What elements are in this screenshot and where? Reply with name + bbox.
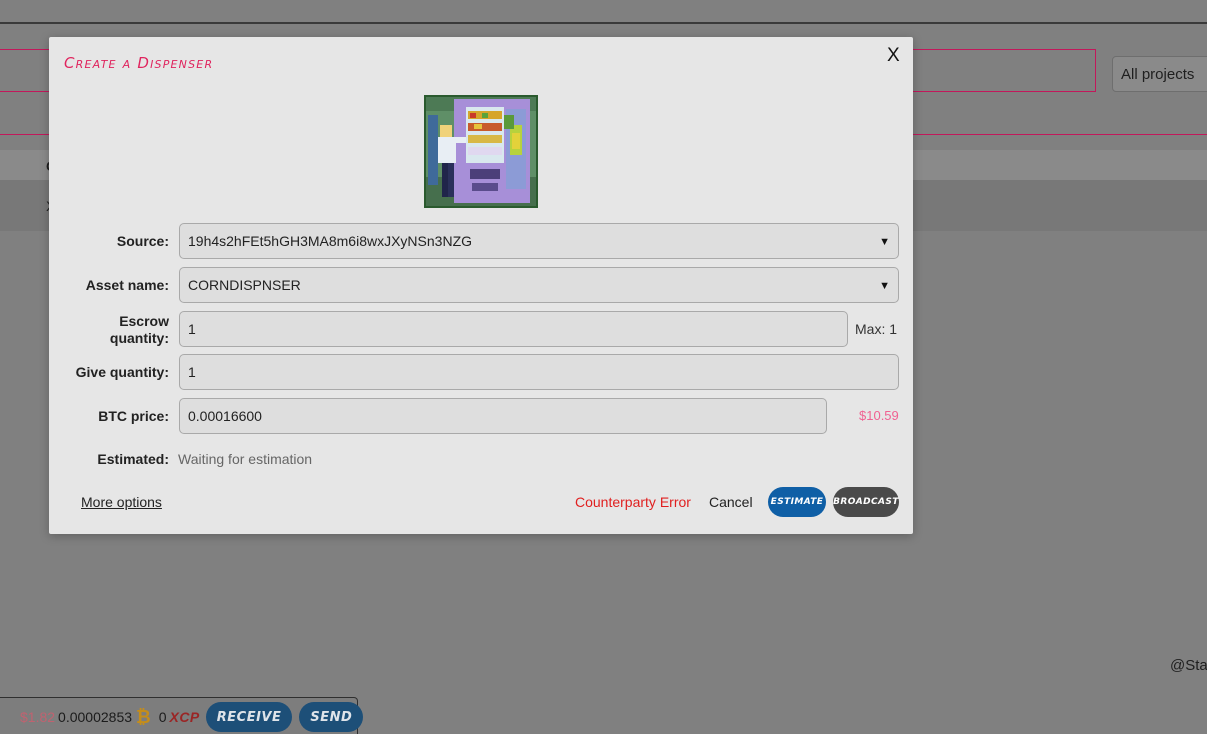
estimated-value: Waiting for estimation [178,451,313,467]
wallet-xcp-balance: 0 [158,709,167,725]
source-label: Source: [116,233,169,249]
wallet-btc-balance: 0.00002853 [58,709,133,725]
modal-title: Create a Dispenser [64,54,214,72]
chevron-down-icon: ▼ [879,280,890,292]
cancel-button[interactable]: Cancel [709,494,753,510]
give-quantity-label: Give quantity: [75,364,169,380]
escrow-quantity-label: Escrow quantity: [49,313,169,347]
send-button[interactable]: Send [299,702,364,732]
estimated-label: Estimated: [97,451,169,467]
project-filter-select[interactable]: All projects [1112,56,1207,92]
wallet-usd-value: $1.82 [20,709,56,725]
asset-name-label: Asset name: [85,277,169,293]
give-quantity-value: 1 [188,364,196,380]
bitcoin-icon: ₿ [136,706,151,727]
more-options-link[interactable]: More options [81,494,162,510]
escrow-max-text: Max: 1 [855,321,898,337]
broadcast-button[interactable]: Broadcast [833,487,899,517]
asset-image [424,95,538,208]
btc-price-value: 0.00016600 [188,408,262,424]
escrow-quantity-label-line2: quantity: [109,330,169,346]
source-value: 19h4s2hFEt5hGH3MA8m6i8wxJXyNSn3NZG [188,233,473,249]
give-quantity-input[interactable]: 1 [179,354,899,390]
wallet-xcp-label: XCP [169,709,200,725]
escrow-quantity-label-line1: Escrow [119,313,169,329]
asset-name-value: CORNDISPNSER [188,277,301,293]
wallet-bar: $1.82 0.00002853 ₿ 0 XCP Receive Send [0,697,364,734]
asset-name-select[interactable]: CORNDISPNSER ▼ [179,267,899,303]
escrow-quantity-input[interactable]: 1 [179,311,848,347]
chevron-down-icon: ▼ [879,236,890,248]
source-select[interactable]: 19h4s2hFEt5hGH3MA8m6i8wxJXyNSn3NZG ▼ [179,223,899,259]
header-divider [0,22,1207,24]
btc-price-input[interactable]: 0.00016600 [179,398,827,434]
btc-price-label: BTC price: [98,408,169,424]
estimate-button[interactable]: Estimate [768,487,826,517]
escrow-quantity-value: 1 [188,321,196,337]
create-dispenser-modal: Create a Dispenser X Source: 19h4s2hFEt5… [49,37,913,534]
receive-button[interactable]: Receive [205,702,293,732]
btc-price-usd: $10.59 [859,408,899,423]
close-icon[interactable]: X [887,45,900,67]
counterparty-error-text: Counterparty Error [575,494,691,510]
footer-handle: @Sta [1170,657,1207,674]
vending-machine-icon [426,97,536,206]
